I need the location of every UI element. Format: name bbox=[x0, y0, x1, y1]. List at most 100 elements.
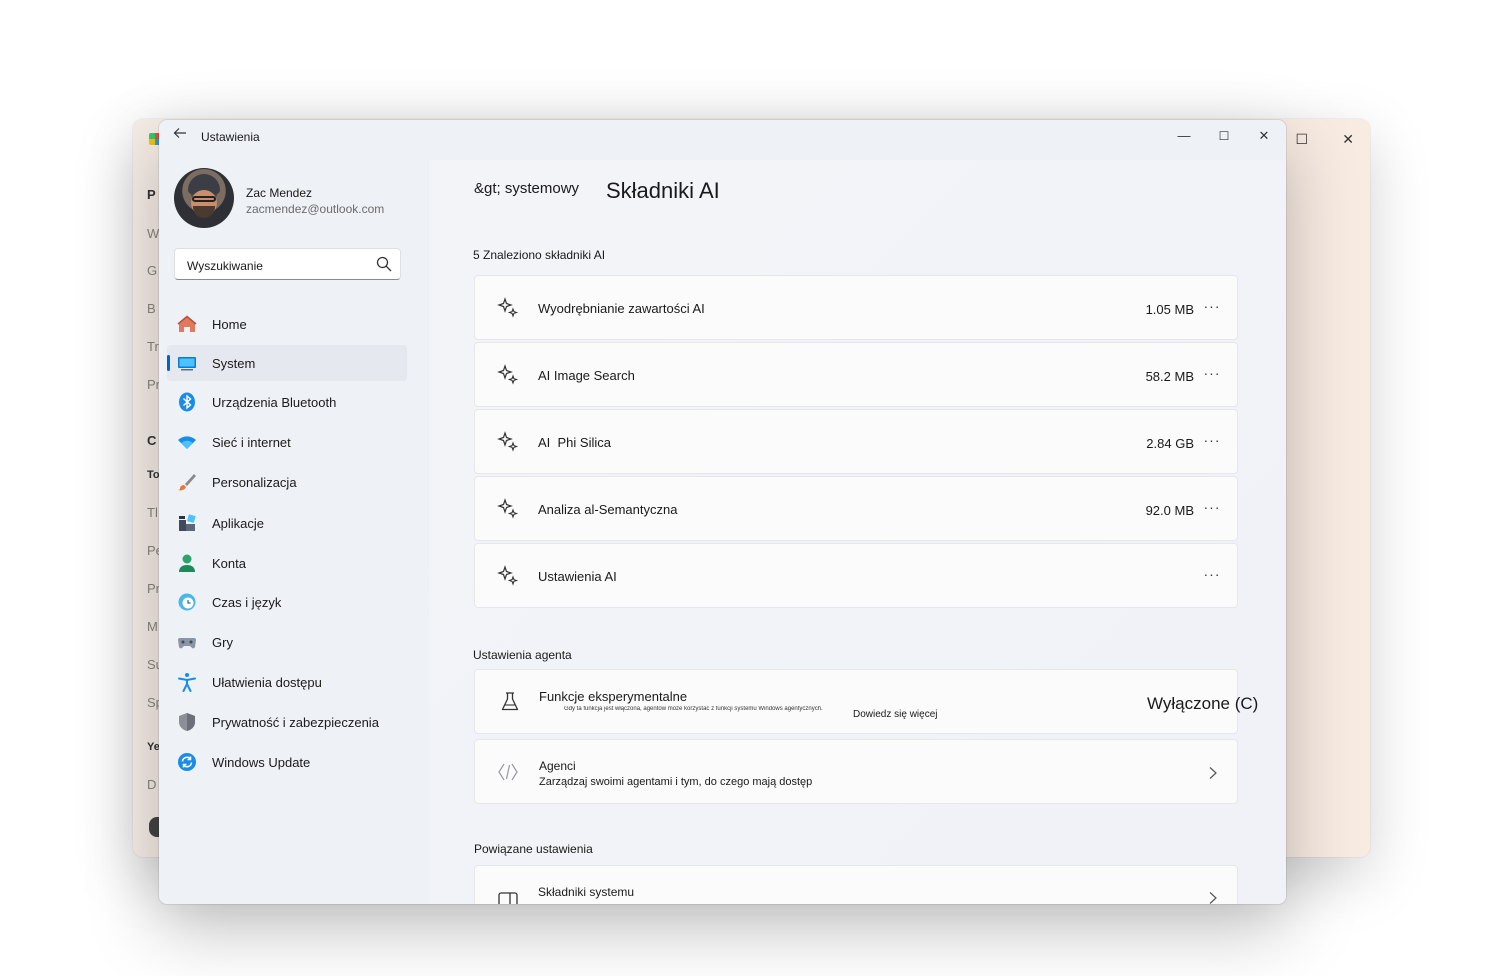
more-options-button[interactable]: ··· bbox=[1201, 432, 1223, 452]
component-name: Analiza al-Semantyczna bbox=[538, 502, 678, 517]
learn-more-link[interactable]: Dowiedz się więcej bbox=[853, 709, 937, 720]
brush-icon bbox=[178, 474, 196, 491]
agents-icon bbox=[498, 763, 518, 781]
bg-text: P bbox=[147, 187, 156, 202]
sidebar-item-apps[interactable]: Aplikacje bbox=[167, 505, 407, 541]
sidebar-item-accounts[interactable]: Konta bbox=[167, 545, 407, 581]
system-icon bbox=[178, 357, 196, 371]
bg-text: Tl bbox=[147, 505, 158, 520]
sidebar-item-label: System bbox=[212, 356, 256, 371]
experimental-toggle-label[interactable]: Wyłączone (C) bbox=[1147, 694, 1258, 714]
bg-text: W bbox=[147, 226, 160, 241]
search-placeholder: Wyszukiwanie bbox=[187, 259, 263, 273]
component-size: 92.0 MB bbox=[1145, 503, 1194, 518]
ai-component-row: AI Phi Silica 2.84 GB ··· bbox=[474, 409, 1238, 474]
search-input[interactable]: Wyszukiwanie bbox=[174, 248, 401, 280]
bg-text: Tr bbox=[147, 339, 159, 354]
bluetooth-icon bbox=[179, 392, 195, 412]
search-icon[interactable] bbox=[376, 256, 392, 272]
sidebar-item-label: Sieć i internet bbox=[212, 435, 291, 450]
related-section-title: Powiązane ustawienia bbox=[474, 842, 593, 856]
shield-icon bbox=[179, 713, 195, 731]
bg-text: B bbox=[147, 301, 156, 316]
sidebar-item-label: Ułatwienia dostępu bbox=[212, 675, 322, 690]
sidebar-item-label: Windows Update bbox=[212, 755, 311, 770]
sparkle-icon bbox=[497, 565, 519, 586]
sidebar-item-personalization[interactable]: Personalizacja bbox=[167, 464, 407, 500]
update-icon bbox=[178, 753, 196, 771]
sidebar-item-windows-update[interactable]: Windows Update bbox=[167, 744, 407, 780]
experimental-title: Funkcje eksperymentalne bbox=[539, 689, 688, 704]
sidebar-item-label: Czas i język bbox=[212, 595, 282, 610]
arrow-left-icon bbox=[173, 128, 186, 138]
component-name: Ustawienia AI bbox=[538, 569, 617, 584]
system-components-title: Składniki systemu bbox=[538, 885, 635, 899]
sidebar-item-system[interactable]: System bbox=[167, 345, 407, 381]
active-indicator bbox=[167, 355, 170, 371]
sidebar-item-network[interactable]: Sieć i internet bbox=[167, 424, 407, 460]
sidebar-item-label: Gry bbox=[212, 635, 233, 650]
maximize-button[interactable]: ☐ bbox=[1204, 126, 1244, 146]
sidebar-item-gaming[interactable]: Gry bbox=[167, 624, 407, 660]
more-options-button[interactable]: ··· bbox=[1201, 499, 1223, 519]
apps-icon bbox=[179, 514, 196, 531]
sidebar-item-bluetooth[interactable]: Urządzenia Bluetooth bbox=[167, 384, 407, 420]
more-options-button[interactable]: ··· bbox=[1201, 566, 1223, 586]
agents-title: Agenci bbox=[539, 759, 576, 773]
system-components-card[interactable]: Składniki systemu bbox=[474, 865, 1238, 904]
component-name: Wyodrębnianie zawartości AI bbox=[538, 301, 705, 316]
experimental-features-card: Funkcje eksperymentalne bbox=[474, 669, 1238, 734]
sparkle-icon bbox=[497, 364, 519, 385]
sidebar-item-label: Aplikacje bbox=[212, 516, 265, 531]
sidebar-item-home[interactable]: Home bbox=[167, 306, 407, 342]
agents-card[interactable]: Agenci Zarządzaj swoimi agentami i tym, … bbox=[474, 739, 1238, 804]
bg-text: M bbox=[147, 619, 158, 634]
accessibility-icon bbox=[178, 673, 196, 692]
avatar[interactable] bbox=[174, 168, 234, 228]
bg-text: D bbox=[147, 777, 157, 792]
component-size: 58.2 MB bbox=[1145, 369, 1194, 384]
experimental-description: Gdy ta funkcja jest włączona, agentów mo… bbox=[564, 706, 823, 712]
sidebar-item-label: Personalizacja bbox=[212, 475, 297, 490]
window-title: Ustawienia bbox=[201, 130, 260, 144]
bg-close-icon[interactable]: ✕ bbox=[1342, 131, 1354, 148]
sparkle-icon bbox=[497, 498, 519, 519]
more-options-button[interactable]: ··· bbox=[1201, 298, 1223, 318]
sparkle-icon bbox=[497, 297, 519, 318]
components-section-title: 5 Znaleziono składniki AI bbox=[473, 248, 606, 262]
component-name: AI Phi Silica bbox=[538, 435, 611, 450]
account-icon bbox=[179, 554, 195, 572]
more-options-button[interactable]: ··· bbox=[1201, 365, 1223, 385]
wifi-icon bbox=[178, 436, 196, 449]
sidebar-item-label: Prywatność i zabezpieczenia bbox=[212, 715, 379, 730]
chevron-right-icon bbox=[1209, 767, 1217, 779]
close-button[interactable]: ✕ bbox=[1244, 126, 1284, 146]
sidebar-item-time-language[interactable]: Czas i język bbox=[167, 584, 407, 620]
chevron-right-icon bbox=[1209, 892, 1217, 904]
agents-subtitle: Zarządzaj swoimi agentami i tym, do czeg… bbox=[539, 776, 813, 788]
back-button[interactable] bbox=[169, 126, 191, 146]
bg-maximize-icon[interactable]: ☐ bbox=[1295, 131, 1308, 148]
ai-component-row: Analiza al-Semantyczna 92.0 MB ··· bbox=[474, 476, 1238, 541]
page-title: Składniki AI bbox=[606, 178, 720, 203]
profile-email: zacmendez@outlook.com bbox=[246, 202, 385, 216]
breadcrumb-parent[interactable]: &gt; systemowy bbox=[474, 180, 579, 197]
sidebar-item-accessibility[interactable]: Ułatwienia dostępu bbox=[167, 664, 407, 700]
ai-component-row: AI Image Search 58.2 MB ··· bbox=[474, 342, 1238, 407]
component-name: AI Image Search bbox=[538, 368, 635, 383]
sidebar-item-privacy[interactable]: Prywatność i zabezpieczenia bbox=[167, 704, 407, 740]
gamepad-icon bbox=[178, 638, 196, 649]
bg-text: G bbox=[147, 263, 158, 278]
component-size: 2.84 GB bbox=[1146, 436, 1194, 451]
clock-globe-icon bbox=[178, 593, 196, 611]
agent-section-title: Ustawienia agenta bbox=[473, 648, 572, 662]
profile-name: Zac Mendez bbox=[246, 186, 313, 200]
avatar-beard bbox=[193, 206, 215, 218]
ai-component-row: Wyodrębnianie zawartości AI 1.05 MB ··· bbox=[474, 275, 1238, 340]
background-window-pane bbox=[1280, 119, 1370, 857]
sparkle-icon bbox=[497, 431, 519, 452]
home-icon bbox=[177, 315, 197, 332]
bg-text: C bbox=[147, 433, 157, 448]
minimize-button[interactable]: — bbox=[1164, 126, 1204, 146]
settings-window: Ustawienia — ☐ ✕ Zac Mendez zacmendez@ou… bbox=[159, 120, 1286, 904]
